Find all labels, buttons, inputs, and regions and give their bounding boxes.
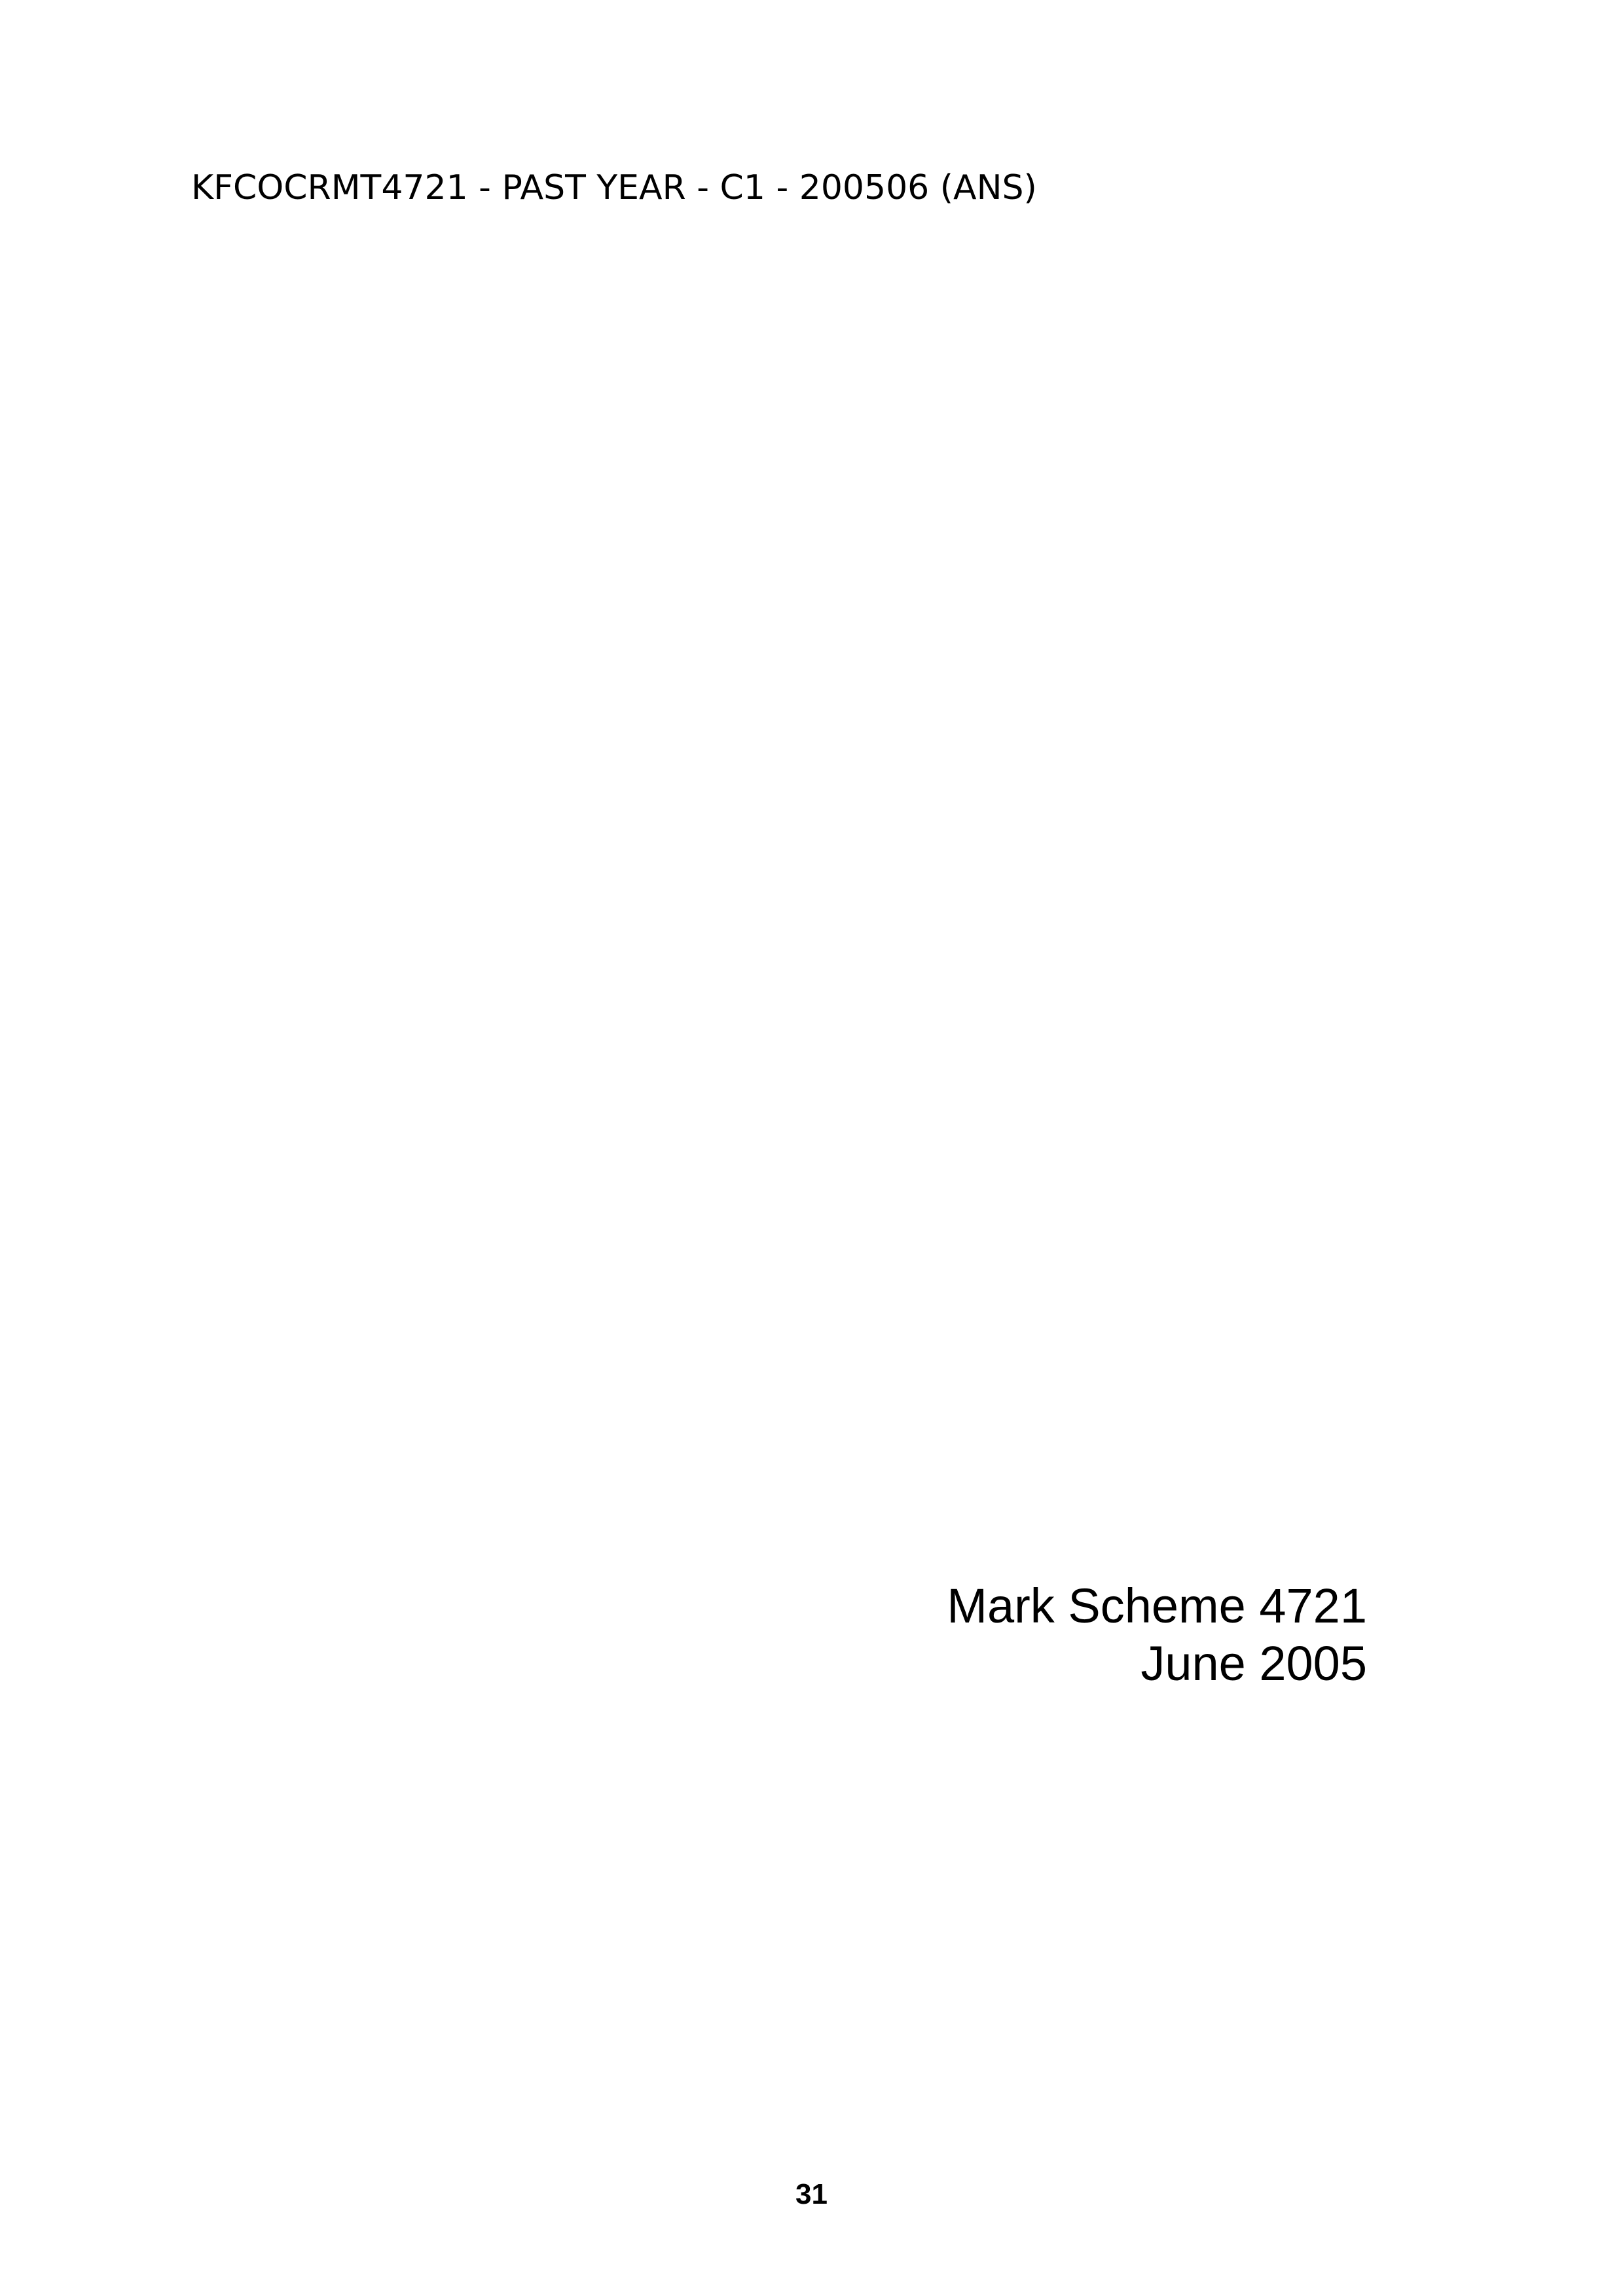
title-block: Mark Scheme 4721 June 2005 (947, 1577, 1367, 1693)
document-header: KFCOCRMT4721 - PAST YEAR - C1 - 200506 (… (191, 168, 1037, 207)
document-page: KFCOCRMT4721 - PAST YEAR - C1 - 200506 (… (0, 0, 1623, 2296)
page-number: 31 (795, 2178, 828, 2210)
mark-scheme-title: Mark Scheme 4721 (947, 1579, 1367, 1633)
exam-session-date: June 2005 (1140, 1636, 1367, 1691)
